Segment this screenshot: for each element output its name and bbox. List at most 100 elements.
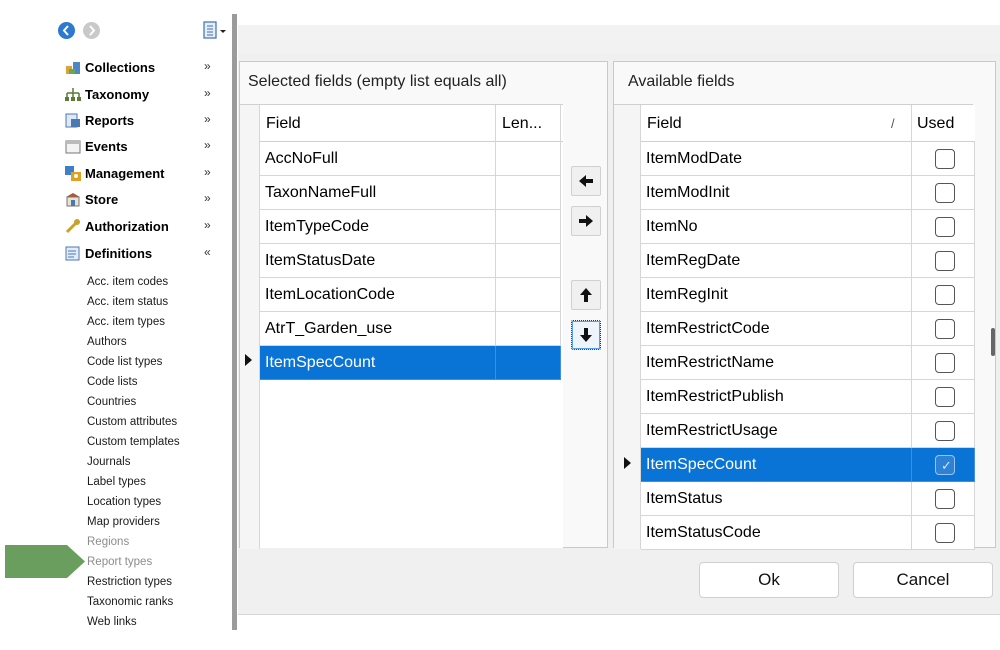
used-checkbox[interactable] [935,387,955,407]
column-header-length[interactable]: Len... [496,105,561,142]
definitions-item[interactable]: Custom templates [87,436,180,448]
field-cell[interactable]: ItemLocationCode [260,278,496,312]
field-cell[interactable]: ItemModInit [641,176,912,210]
nav-group-taxonomy[interactable]: Taxonomy » [62,84,222,106]
selected-fields-grid[interactable]: Field Len... AccNoFull TaxonNameFull Ite… [240,104,563,549]
sidebar-splitter[interactable] [232,14,237,630]
nav-group-events[interactable]: Events » [62,136,222,158]
definitions-item[interactable]: Restriction types [87,576,172,588]
expand-icon[interactable]: » [204,191,211,205]
used-cell[interactable] [912,516,975,550]
field-cell[interactable]: ItemStatus [641,482,912,516]
expand-icon[interactable]: » [204,218,211,232]
forward-icon[interactable] [83,22,100,39]
used-cell[interactable] [912,380,975,414]
move-left-button[interactable] [571,166,601,196]
used-cell[interactable] [912,312,975,346]
nav-group-management[interactable]: Management » [62,163,222,185]
definitions-item[interactable]: Map providers [87,516,160,528]
definitions-item[interactable]: Countries [87,396,136,408]
definitions-item-report-types[interactable]: Report types [87,556,152,568]
field-cell[interactable]: ItemStatusCode [641,516,912,550]
column-header-used[interactable]: Used [912,105,975,142]
nav-group-definitions[interactable]: Definitions « [62,243,222,265]
used-checkbox[interactable] [935,319,955,339]
field-cell[interactable]: AccNoFull [260,142,496,176]
vertical-scrollbar-thumb[interactable] [991,328,995,356]
used-checkbox[interactable] [935,217,955,237]
used-cell[interactable] [912,346,975,380]
field-cell[interactable]: ItemTypeCode [260,210,496,244]
length-cell[interactable] [496,210,561,244]
used-checkbox[interactable] [935,489,955,509]
move-down-button[interactable] [571,320,601,350]
expand-icon[interactable]: » [204,86,211,100]
used-cell[interactable] [912,244,975,278]
used-checkbox[interactable] [935,183,955,203]
definitions-item[interactable]: Acc. item codes [87,276,168,288]
back-icon[interactable] [58,22,75,39]
cancel-button[interactable]: Cancel [853,562,993,598]
length-cell[interactable] [496,142,561,176]
used-cell[interactable] [912,176,975,210]
field-cell[interactable]: ItemSpecCount [260,346,496,380]
definitions-item[interactable]: Location types [87,496,161,508]
definitions-item[interactable]: Code lists [87,376,138,388]
length-cell[interactable] [496,176,561,210]
definitions-item[interactable]: Custom attributes [87,416,177,428]
nav-group-collections[interactable]: Collections » [62,57,222,79]
field-cell[interactable]: ItemRestrictUsage [641,414,912,448]
used-checkbox[interactable] [935,149,955,169]
used-checkbox[interactable] [935,353,955,373]
length-cell[interactable] [496,244,561,278]
expand-icon[interactable]: » [204,112,211,126]
definitions-item[interactable]: Regions [87,536,129,548]
used-checkbox-checked[interactable]: ✓ [935,455,955,475]
field-cell[interactable]: ItemRestrictName [641,346,912,380]
length-cell[interactable] [496,278,561,312]
used-cell[interactable] [912,142,975,176]
expand-icon[interactable]: » [204,59,211,73]
move-right-button[interactable] [571,206,601,236]
column-header-field[interactable]: Field [260,105,496,142]
expand-icon[interactable]: » [204,165,211,179]
used-cell[interactable]: ✓ [912,448,975,482]
move-up-button[interactable] [571,280,601,310]
definitions-item[interactable]: Journals [87,456,130,468]
field-cell[interactable]: TaxonNameFull [260,176,496,210]
used-checkbox[interactable] [935,285,955,305]
definitions-item[interactable]: Acc. item status [87,296,168,308]
nav-group-reports[interactable]: Reports » [62,110,222,132]
definitions-item[interactable]: Web links [87,616,137,628]
used-cell[interactable] [912,278,975,312]
used-checkbox[interactable] [935,421,955,441]
field-cell[interactable]: ItemRegDate [641,244,912,278]
view-menu-icon[interactable] [202,21,228,41]
used-cell[interactable] [912,210,975,244]
definitions-item[interactable]: Code list types [87,356,162,368]
nav-group-store[interactable]: Store » [62,189,222,211]
field-cell[interactable]: ItemRestrictCode [641,312,912,346]
field-cell[interactable]: ItemModDate [641,142,912,176]
definitions-item[interactable]: Acc. item types [87,316,165,328]
definitions-item[interactable]: Taxonomic ranks [87,596,173,608]
field-cell[interactable]: ItemRestrictPublish [641,380,912,414]
definitions-item[interactable]: Label types [87,476,146,488]
nav-group-authorization[interactable]: Authorization » [62,216,222,238]
used-checkbox[interactable] [935,251,955,271]
expand-icon[interactable]: » [204,138,211,152]
available-fields-grid[interactable]: Field / Used ItemModDate ItemModInit ItemN… [614,104,975,550]
ok-button[interactable]: Ok [699,562,839,598]
length-cell[interactable] [496,346,561,380]
field-cell[interactable]: ItemStatusDate [260,244,496,278]
used-cell[interactable] [912,414,975,448]
collapse-icon[interactable]: « [204,245,211,259]
column-header-field[interactable]: Field [641,105,912,142]
used-checkbox[interactable] [935,523,955,543]
field-cell[interactable]: ItemRegInit [641,278,912,312]
field-cell[interactable]: ItemSpecCount [641,448,912,482]
used-cell[interactable] [912,482,975,516]
length-cell[interactable] [496,312,561,346]
field-cell[interactable]: ItemNo [641,210,912,244]
field-cell[interactable]: AtrT_Garden_use [260,312,496,346]
